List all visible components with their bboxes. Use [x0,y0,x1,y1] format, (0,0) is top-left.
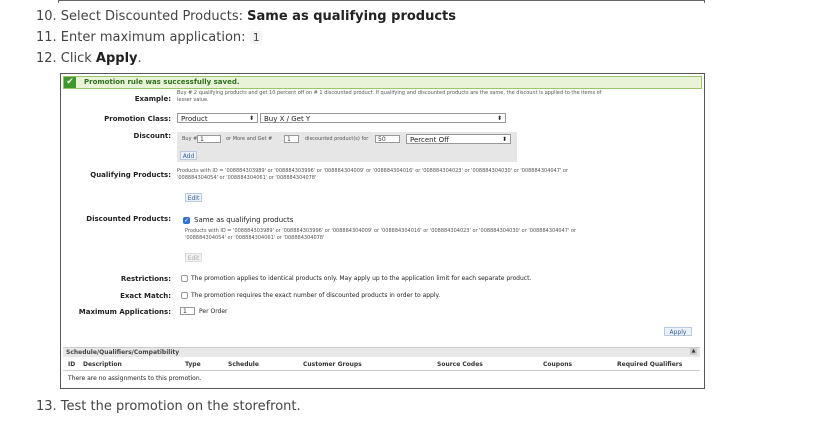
discount-amount-input[interactable]: 50 [375,135,400,143]
apply-button[interactable]: Apply [664,327,692,336]
restrictions-text: The promotion applies to identical produ… [191,275,532,282]
step-12-bold: Apply [95,51,138,66]
column-id: ID [68,361,76,368]
same-as-qualifying-label: Same as qualifying products [194,216,294,224]
promotion-class-value: Product [181,115,208,123]
step-10: 10. Select Discounted Products: Same as … [36,9,456,24]
previous-screenshot-border [58,0,705,3]
column-description: Description [83,361,122,368]
edit-discounted-button[interactable]: Edit [185,253,202,262]
promotion-type-value: Buy X / Get Y [264,115,311,123]
maximum-applications-input[interactable]: 1 [180,307,195,315]
column-required-qualifiers: Required Qualifiers [617,361,683,368]
exact-match-checkbox[interactable] [181,292,188,299]
buy-label: Buy # [182,136,198,142]
edit-qualifying-button[interactable]: Edit [185,193,202,202]
discount-type-value: Percent Off [410,136,449,144]
discounted-products-label: Discounted Products: [86,215,171,223]
more-label: or More and Get # [226,136,273,142]
example-text: Buy # 2 qualifying products and get 10 p… [177,90,602,96]
step-12: 12. Click Apply. [36,51,142,66]
discount-label: Discount: [133,132,171,140]
column-type: Type [185,361,201,368]
select-arrow-icon: ⬍ [501,136,507,143]
table-title: Schedule/Qualifiers/Compatibility [66,349,180,356]
column-source-codes: Source Codes [437,361,483,368]
qualifying-products-text-2: '008884304054' or '008884304061' or '008… [177,175,317,181]
step-12-suffix: . [137,51,142,66]
promotion-class-label: Promotion Class: [104,115,171,123]
exact-match-text: The promotion requires the exact number … [191,292,441,299]
per-order-label: Per Order [199,308,228,315]
table-header-bar: Schedule/Qualifiers/Compatibility ▲ [63,347,700,357]
select-arrow-icon: ⬍ [248,115,254,122]
restrictions-checkbox[interactable] [181,275,188,282]
step-12-text: 12. Click [36,51,96,66]
success-banner: ✔ Promotion rule was successfully saved. [63,76,702,89]
column-coupons: Coupons [543,361,573,368]
promotion-class-select[interactable]: Product ⬍ [177,113,258,123]
select-arrow-icon: ⬍ [496,115,502,122]
step-13: 13. Test the promotion on the storefront… [36,399,301,414]
success-message: Promotion rule was successfully saved. [84,78,240,86]
restrictions-label: Restrictions: [120,275,171,283]
embedded-screenshot: ✔ Promotion rule was successfully saved.… [60,73,705,389]
qualifying-products-label: Qualifying Products: [90,171,171,179]
collapse-icon[interactable]: ▲ [690,348,697,355]
promotion-type-select[interactable]: Buy X / Get Y ⬍ [260,113,506,123]
step-11-text: 11. Enter maximum application: [36,30,250,45]
buy-quantity-input[interactable]: 1 [197,135,221,143]
table-empty-message: There are no assignments to this promoti… [68,375,202,382]
column-schedule: Schedule [228,361,259,368]
qualifying-products-text: Products with ID = '008884303989' or '00… [177,168,568,174]
step-11: 11. Enter maximum application: 1 [36,30,263,45]
get-quantity-input[interactable]: 1 [284,135,299,143]
same-as-qualifying-checkbox[interactable]: ✓ [183,217,190,224]
example-text-2: lesser value. [177,97,209,103]
add-button[interactable]: Add [180,151,197,160]
column-customer-groups: Customer Groups [303,361,362,368]
maximum-applications-label: Maximum Applications: [78,308,171,316]
step-10-bold: Same as qualifying products [247,9,457,24]
table-divider [63,370,700,371]
example-label: Example: [134,95,171,103]
discounted-products-text-2: '008884304054' or '008884304061' or '008… [185,235,325,241]
exact-match-label: Exact Match: [120,292,171,300]
step-11-code: 1 [249,31,263,44]
discounted-products-text: Products with ID = '008884303989' or '00… [185,228,576,234]
check-icon: ✔ [64,77,76,88]
discounted-for-label: discounted product(s) for [305,136,369,142]
step-10-text: 10. Select Discounted Products: [36,9,248,24]
discount-type-select[interactable]: Percent Off ⬍ [406,134,511,144]
